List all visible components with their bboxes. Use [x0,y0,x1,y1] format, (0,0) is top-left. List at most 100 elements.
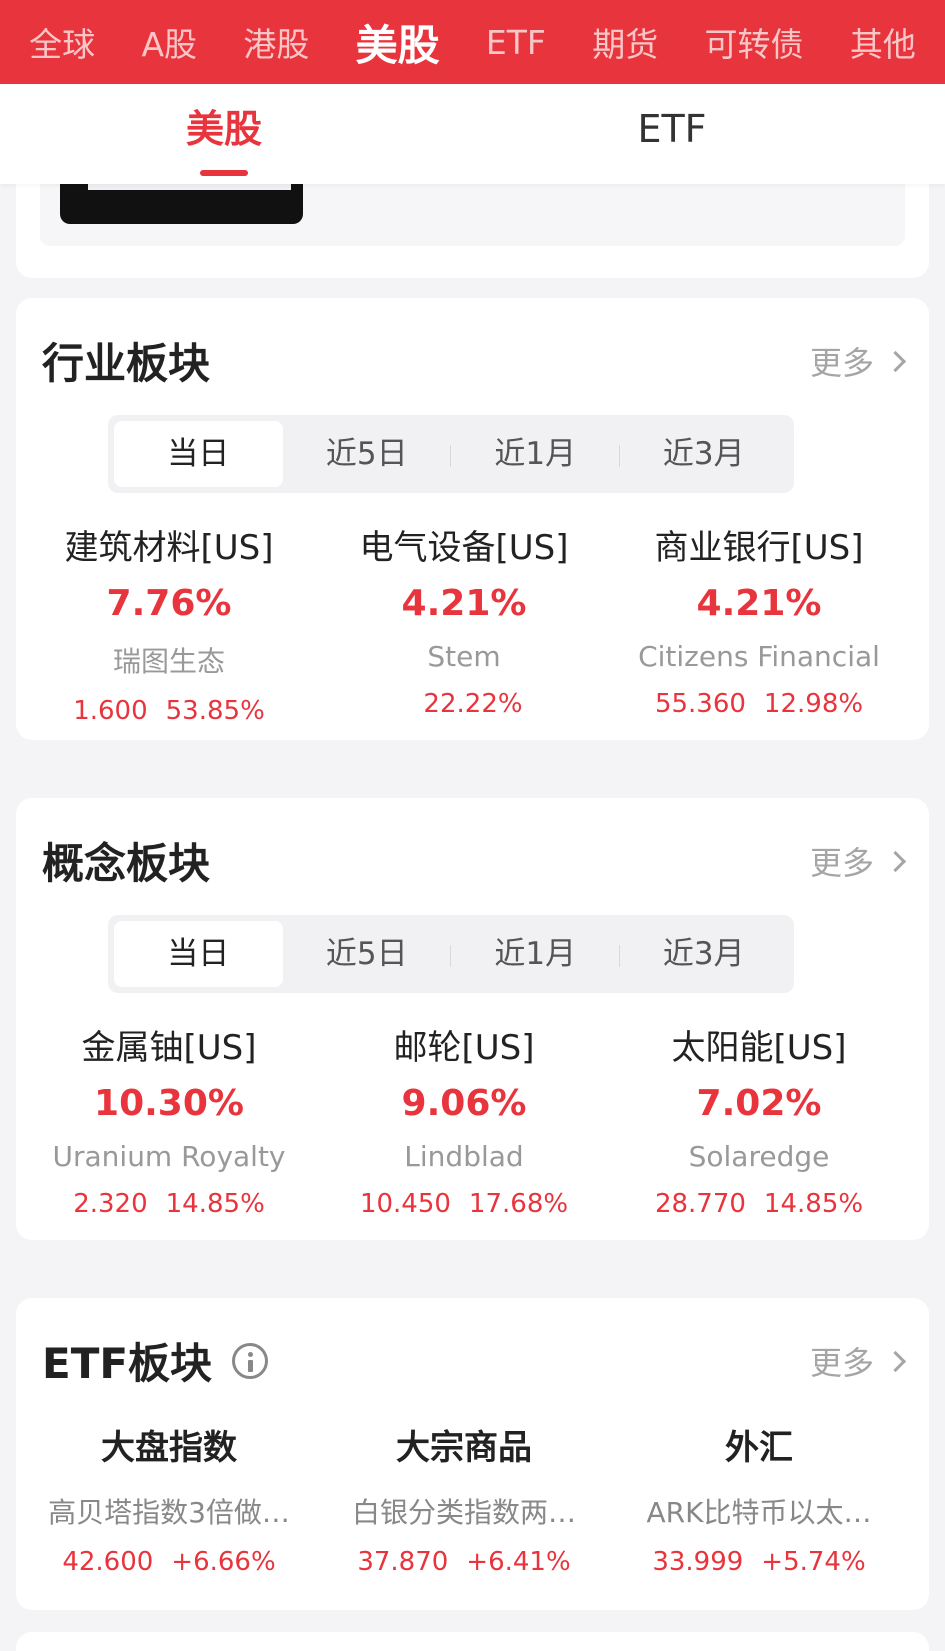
more-link[interactable]: 更多 [809,838,907,884]
thumbnail-image [60,180,303,224]
scrolled-card-content[interactable] [40,180,905,246]
tab-us-stock[interactable]: 美股 [356,12,440,73]
etf-category-item[interactable]: 大宗商品 白银分类指数两… 37.870 +6.41% [319,1420,609,1577]
sector-item[interactable]: 建筑材料[US] 7.76% 瑞图生态 1.600 53.85% [24,520,314,726]
sector-name: 建筑材料[US] [64,528,274,568]
more-label: 更多 [809,344,874,382]
sector-item[interactable]: 太阳能[US] 7.02% Solaredge 28.770 14.85% [614,1020,904,1219]
sector-name: 邮轮[US] [393,1028,535,1068]
sub-tab-us-stock[interactable]: 美股 [124,104,324,176]
etf-category-name: 大宗商品 [396,1428,532,1468]
etf-pct: +5.74% [761,1547,866,1577]
leading-stock-quote: 28.770 14.85% [614,1189,904,1219]
sub-tab-etf[interactable]: ETF [572,104,772,174]
etf-leading-name: 高贝塔指数3倍做… [48,1496,290,1529]
section-title-label: ETF板块 [42,1339,213,1388]
leading-stock-pct: 14.85% [763,1189,864,1219]
more-label: 更多 [809,1344,874,1382]
leading-stock-quote: 2.320 14.85% [24,1189,314,1219]
period-label: 近5日 [325,936,408,972]
section-title: 行业板块 [42,339,211,388]
leading-stock-price: 10.450 [359,1189,451,1219]
market-tab-bar: 全球 A股 港股 美股 ETF 期货 可转债 其他 [0,0,945,84]
etf-category-item[interactable]: 大盘指数 高贝塔指数3倍做… 42.600 +6.66% [24,1420,314,1577]
etf-price: 37.870 [357,1547,449,1577]
concept-sector-card: 概念板块 更多 当日 近5日 近1月 近3月 金属铀[US] 10.30% Ur… [16,798,929,1240]
leading-stock-name: Uranium Royalty [52,1140,286,1173]
chevron-right-icon [884,1350,907,1372]
tab-convertible-bond[interactable]: 可转债 [705,18,804,66]
period-1m[interactable]: 近1月 [451,421,620,487]
sector-item[interactable]: 商业银行[US] 4.21% Citizens Financial 55.360… [614,520,904,719]
tab-a-share[interactable]: A股 [141,18,197,66]
period-5d[interactable]: 近5日 [283,921,451,987]
etf-pct: +6.41% [466,1547,571,1577]
section-title: 概念板块 [42,839,211,888]
leading-stock-quote: 1.600 53.85% [24,696,314,726]
sector-item[interactable]: 电气设备[US] 4.21% Stem 22.22% [319,520,609,719]
chevron-right-icon [884,350,907,372]
more-link[interactable]: 更多 [809,338,907,384]
period-selector: 当日 近5日 近1月 近3月 [108,415,794,493]
sector-item[interactable]: 邮轮[US] 9.06% Lindblad 10.450 17.68% [319,1020,609,1219]
leading-stock-name: Citizens Financial [638,640,880,673]
sector-change: 4.21% [696,583,822,624]
sector-name: 太阳能[US] [671,1028,847,1068]
industry-sector-card: 行业板块 更多 当日 近5日 近1月 近3月 建筑材料[US] 7.76% 瑞图… [16,298,929,740]
info-icon[interactable] [232,1342,269,1379]
etf-leading-quote: 33.999 +5.74% [614,1547,904,1577]
leading-stock-quote: 55.360 12.98% [614,689,904,719]
tab-other[interactable]: 其他 [850,18,916,66]
period-selector: 当日 近5日 近1月 近3月 [108,915,794,993]
leading-stock-pct: 12.98% [763,689,864,719]
sector-change: 4.21% [401,583,527,624]
sector-change: 9.06% [401,1083,527,1124]
etf-leading-name: ARK比特币以太… [646,1496,872,1529]
period-1m[interactable]: 近1月 [451,921,620,987]
etf-category-name: 大盘指数 [101,1428,237,1468]
sector-change: 7.76% [106,583,232,624]
period-label: 近1月 [494,436,577,472]
leading-stock-pct: 22.22% [423,689,523,719]
period-label: 近5日 [325,436,408,472]
chevron-right-icon [884,850,907,872]
leading-stock-price: 28.770 [654,1189,746,1219]
etf-price: 42.600 [62,1547,154,1577]
etf-leading-name: 白银分类指数两… [351,1496,576,1529]
etf-leading-quote: 42.600 +6.66% [24,1547,314,1577]
sector-name: 金属铀[US] [81,1028,257,1068]
leading-stock-pct: 17.68% [468,1189,569,1219]
leading-stock-quote: 22.22% [319,689,609,719]
period-today[interactable]: 当日 [114,421,283,487]
tab-etf[interactable]: ETF [486,23,546,62]
sector-item[interactable]: 金属铀[US] 10.30% Uranium Royalty 2.320 14.8… [24,1020,314,1219]
leading-stock-pct: 53.85% [165,696,265,726]
etf-pct: +6.66% [171,1547,276,1577]
period-3m[interactable]: 近3月 [620,421,789,487]
etf-sector-card: ETF板块 更多 大盘指数 高贝塔指数3倍做… 42.600 +6.66% 大宗商… [16,1298,929,1610]
etf-category-name: 外汇 [725,1428,793,1468]
more-link[interactable]: 更多 [809,1338,907,1384]
period-label: 近1月 [494,936,577,972]
leading-stock-pct: 14.85% [165,1189,265,1219]
leading-stock-price: 55.360 [654,689,746,719]
sub-tab-label: ETF [637,107,707,151]
leading-stock-name: Stem [427,640,501,673]
tab-futures[interactable]: 期货 [592,18,658,66]
tab-global[interactable]: 全球 [29,18,95,66]
sector-change: 10.30% [94,1083,244,1124]
sector-name: 商业银行[US] [654,528,864,568]
period-3m[interactable]: 近3月 [620,921,789,987]
sub-tab-label: 美股 [185,107,262,151]
more-label: 更多 [809,844,874,882]
leading-stock-name: Lindblad [404,1140,524,1173]
tab-hk-stock[interactable]: 港股 [243,18,309,66]
etf-category-item[interactable]: 外汇 ARK比特币以太… 33.999 +5.74% [614,1420,904,1577]
sector-name: 电气设备[US] [359,528,569,568]
etf-leading-quote: 37.870 +6.41% [319,1547,609,1577]
leading-stock-price: 1.600 [73,696,148,726]
period-today[interactable]: 当日 [114,921,283,987]
period-5d[interactable]: 近5日 [283,421,451,487]
leading-stock-price: 2.320 [73,1189,148,1219]
leading-stock-quote: 10.450 17.68% [319,1189,609,1219]
